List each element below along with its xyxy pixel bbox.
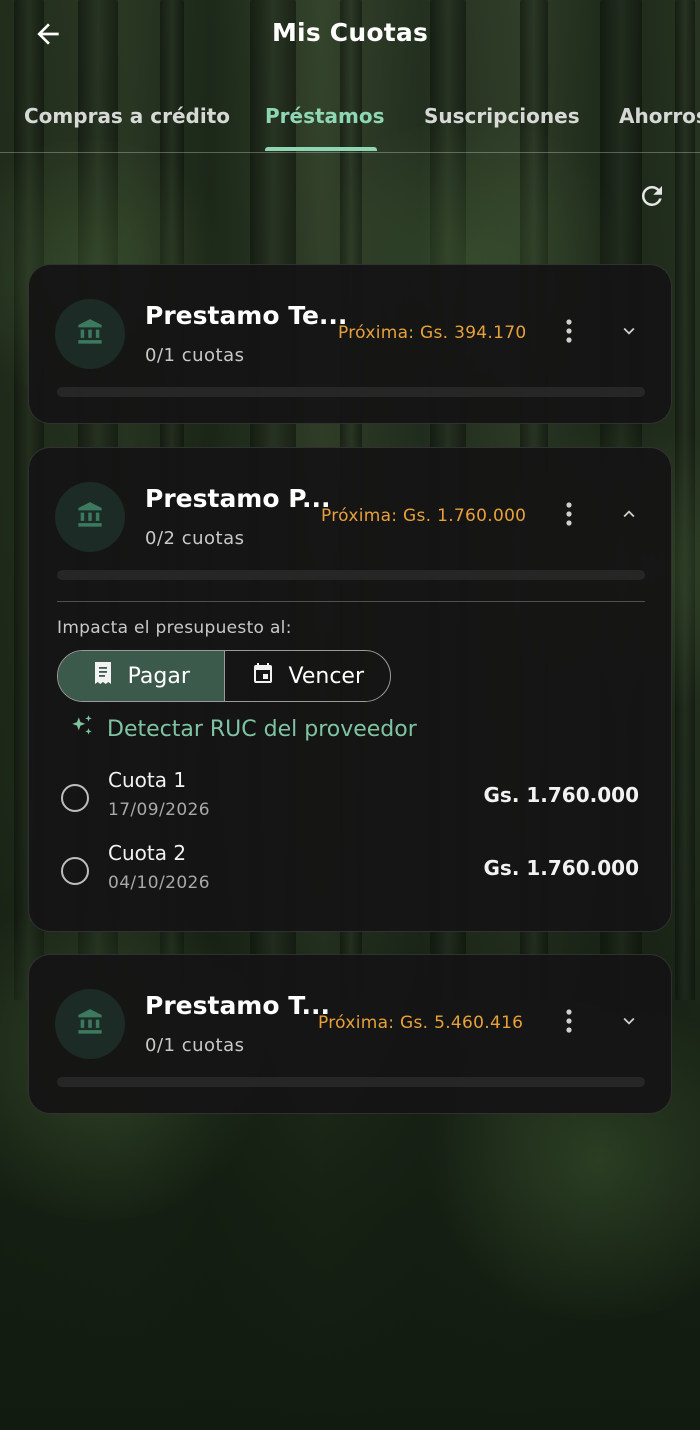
more-vertical-icon	[565, 502, 573, 530]
loan-card[interactable]: Prestamo Te... 0/1 cuotas Próxima: Gs. 3…	[28, 264, 672, 424]
loan-card[interactable]: Prestamo T... 0/1 cuotas Próxima: Gs. 5.…	[28, 954, 672, 1114]
vencer-label: Vencer	[288, 663, 365, 689]
installment-date: 17/09/2026	[108, 800, 210, 820]
page-title: Mis Cuotas	[271, 18, 429, 47]
progress-bar	[57, 570, 645, 580]
progress-bar	[57, 387, 645, 397]
installment-row: Cuota 2 04/10/2026 Gs. 1.760.000	[57, 841, 645, 905]
loan-cuotas-count: 0/2 cuotas	[145, 528, 245, 549]
loan-title: Prestamo Te...	[145, 301, 348, 330]
more-options-button[interactable]	[555, 1003, 583, 1043]
budget-impact-toggle: Pagar Vencer	[57, 650, 391, 702]
detect-ruc-button[interactable]: Detectar RUC del proveedor	[69, 712, 417, 746]
bank-avatar	[55, 299, 125, 369]
tab-compras-a-credito[interactable]: Compras a crédito	[24, 104, 230, 128]
pagar-label: Pagar	[127, 663, 190, 689]
pagar-option-button[interactable]: Pagar	[58, 651, 224, 701]
installment-amount: Gs. 1.760.000	[483, 856, 640, 880]
installment-radio[interactable]	[61, 784, 89, 812]
collapse-button[interactable]	[611, 496, 647, 536]
refresh-icon	[637, 181, 667, 215]
installment-radio[interactable]	[61, 857, 89, 885]
next-payment-amount: Próxima: Gs. 5.460.416	[318, 1013, 524, 1033]
installment-amount: Gs. 1.760.000	[483, 783, 640, 807]
detect-ruc-label: Detectar RUC del proveedor	[107, 716, 417, 742]
bank-icon	[76, 1008, 104, 1040]
installment-date: 04/10/2026	[108, 873, 210, 893]
active-tab-indicator	[265, 147, 377, 151]
loan-title: Prestamo T...	[145, 991, 330, 1020]
vencer-option-button[interactable]: Vencer	[223, 651, 391, 701]
calendar-icon	[251, 661, 275, 691]
installment-row: Cuota 1 17/09/2026 Gs. 1.760.000	[57, 768, 645, 832]
chevron-up-icon	[618, 503, 640, 529]
installment-name: Cuota 2	[108, 841, 187, 865]
bank-icon	[76, 501, 104, 533]
more-options-button[interactable]	[555, 313, 583, 353]
divider	[57, 601, 645, 602]
tab-bar: Compras a crédito Préstamos Suscripcione…	[0, 88, 700, 153]
chevron-down-icon	[618, 1010, 640, 1036]
sparkle-icon	[69, 713, 95, 745]
receipt-icon	[92, 661, 114, 691]
tab-ahorros[interactable]: Ahorros	[619, 104, 700, 128]
bank-icon	[76, 318, 104, 350]
more-vertical-icon	[565, 319, 573, 347]
loan-cuotas-count: 0/1 cuotas	[145, 1035, 245, 1056]
chevron-down-icon	[618, 320, 640, 346]
expand-button[interactable]	[611, 313, 647, 353]
bank-avatar	[55, 482, 125, 552]
more-vertical-icon	[565, 1009, 573, 1037]
progress-bar	[57, 1077, 645, 1087]
expand-button[interactable]	[611, 1003, 647, 1043]
next-payment-amount: Próxima: Gs. 394.170	[338, 323, 527, 343]
more-options-button[interactable]	[555, 496, 583, 536]
installment-name: Cuota 1	[108, 768, 187, 792]
loan-title: Prestamo P...	[145, 484, 331, 513]
tab-suscripciones[interactable]: Suscripciones	[424, 104, 580, 128]
tab-prestamos[interactable]: Préstamos	[265, 104, 385, 128]
bank-avatar	[55, 989, 125, 1059]
refresh-button[interactable]	[630, 176, 674, 220]
impact-label: Impacta el presupuesto al:	[57, 618, 292, 638]
next-payment-amount: Próxima: Gs. 1.760.000	[321, 506, 527, 526]
app-bar: Mis Cuotas	[0, 0, 700, 72]
loan-cuotas-count: 0/1 cuotas	[145, 345, 245, 366]
loan-card-expanded[interactable]: Prestamo P... 0/2 cuotas Próxima: Gs. 1.…	[28, 447, 672, 932]
